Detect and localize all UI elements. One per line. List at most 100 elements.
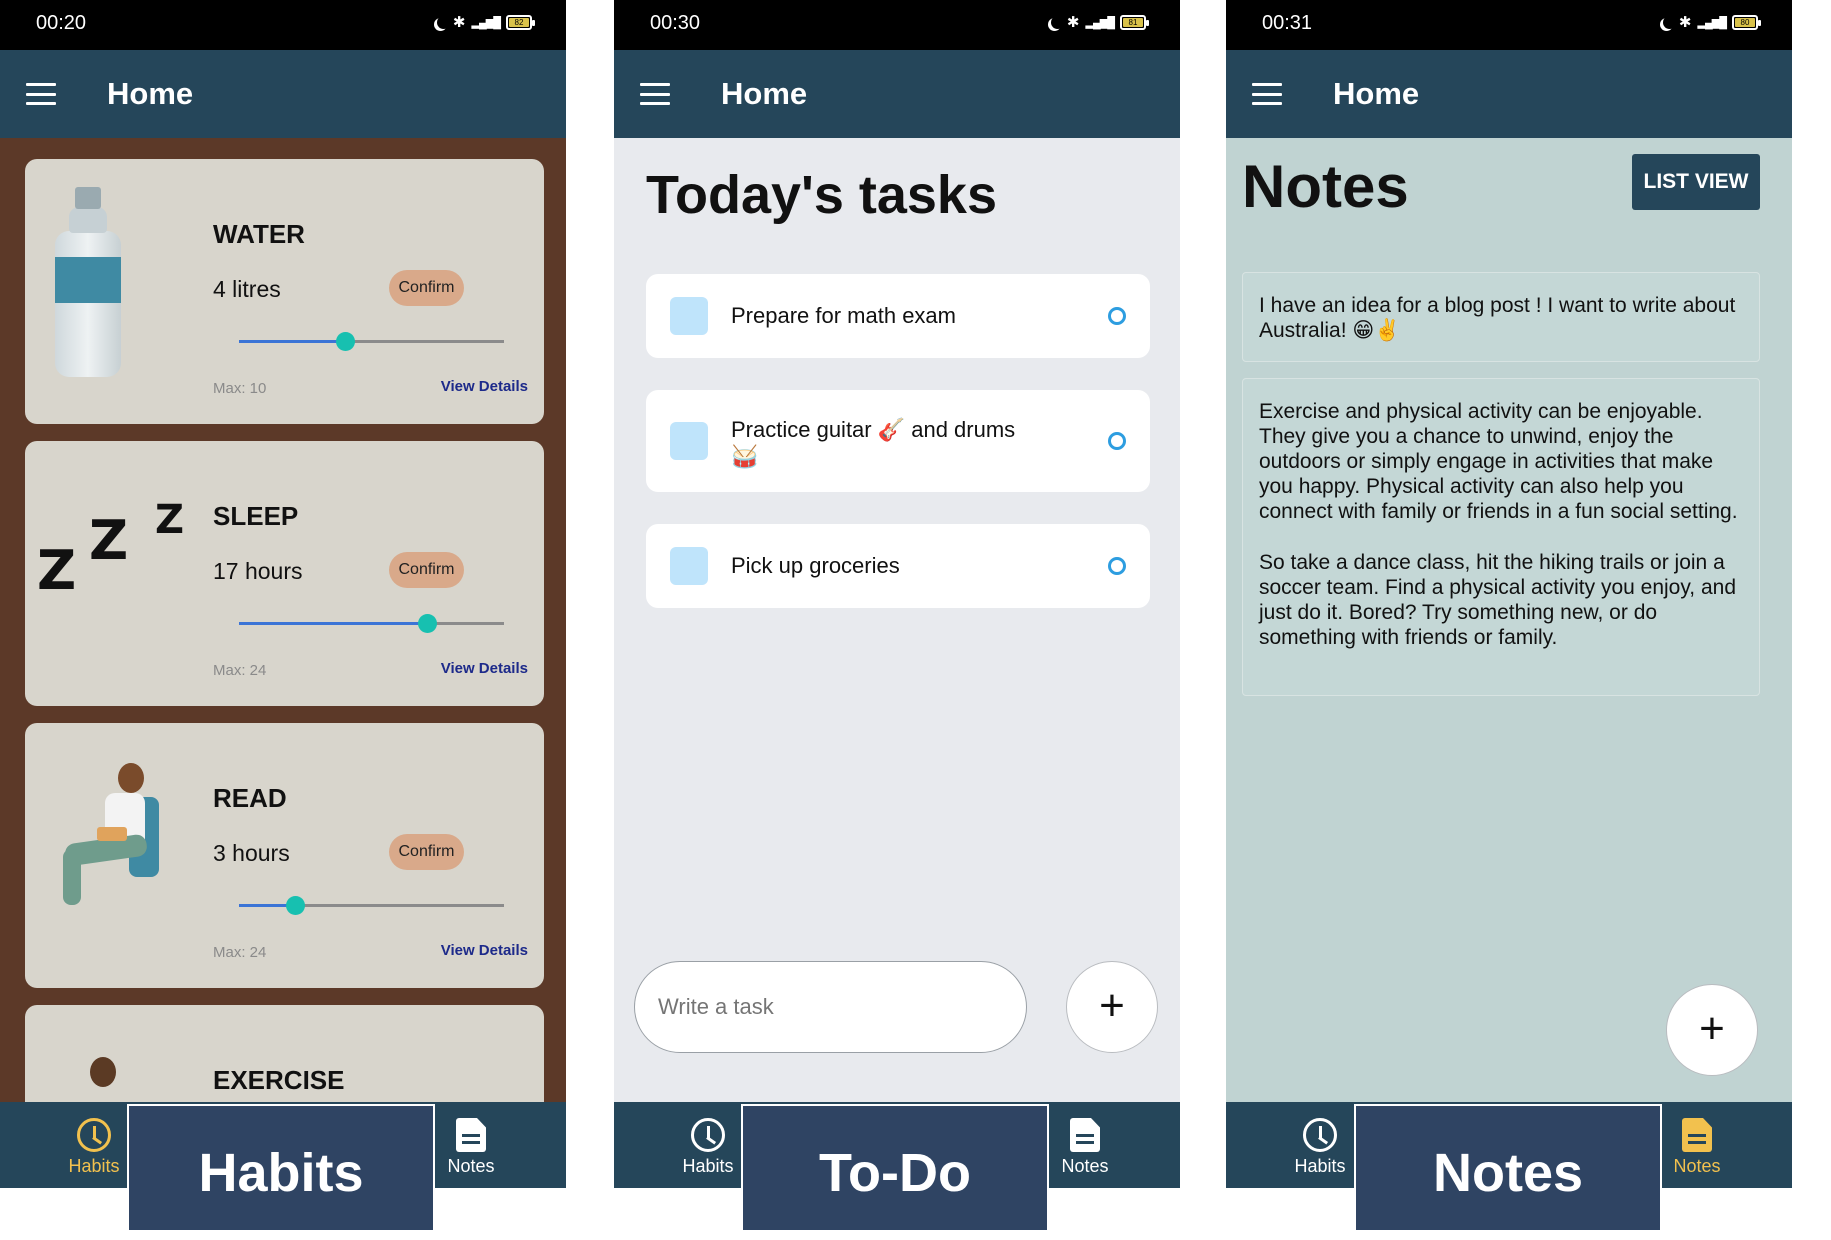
notes-screen: 00:31 ✱ ▂▄▆█ 80 Home Notes LIST VIEW I h… [1226, 0, 1792, 1188]
habit-max: Max: 24 [213, 662, 267, 679]
nav-label: Notes [447, 1156, 495, 1176]
moon-icon [1051, 16, 1064, 29]
habit-name: SLEEP [213, 501, 299, 531]
view-details-link[interactable]: View Details [441, 660, 528, 677]
confirm-button[interactable]: Confirm [389, 552, 464, 588]
clock-icon [691, 1118, 725, 1152]
habit-name: WATER [213, 219, 305, 249]
menu-icon[interactable] [1252, 83, 1282, 105]
task-checkbox[interactable] [670, 297, 708, 335]
task-item[interactable]: Pick up groceries [646, 524, 1150, 608]
status-bar: 00:30 ✱ ▂▄▆█ 81 [614, 0, 1180, 50]
slider-thumb[interactable] [336, 332, 355, 351]
nav-habits[interactable]: Habits [49, 1118, 139, 1177]
task-status-circle[interactable] [1108, 557, 1126, 575]
signal-icon: ▂▄▆█ [1697, 16, 1726, 29]
nav-habits[interactable]: Habits [1275, 1118, 1365, 1177]
document-icon [1070, 1118, 1100, 1152]
menu-icon[interactable] [640, 83, 670, 105]
status-time: 00:20 [36, 12, 87, 34]
nav-notes[interactable]: Notes [1040, 1118, 1130, 1177]
task-item[interactable]: Prepare for math exam [646, 274, 1150, 358]
battery-level: 82 [509, 17, 529, 27]
app-bar: Home [1226, 50, 1792, 138]
status-icons: ✱ ▂▄▆█ 81 [1048, 13, 1149, 31]
note-card[interactable]: Exercise and physical activity can be en… [1242, 378, 1760, 696]
task-input[interactable] [634, 961, 1027, 1053]
battery-icon: 81 [1120, 14, 1149, 30]
slider-track [239, 340, 345, 343]
habit-name: EXERCISE [213, 1065, 345, 1095]
nav-notes[interactable]: Notes [1652, 1118, 1742, 1177]
note-text: So take a dance class, hit the hiking tr… [1259, 551, 1737, 649]
habit-card-read[interactable]: READ 3 hours Confirm Max: 24 View Detail… [25, 723, 544, 988]
caption-habits: Habits [127, 1104, 435, 1232]
nav-label: Habits [68, 1156, 120, 1176]
clock-icon [1303, 1118, 1337, 1152]
confirm-button[interactable]: Confirm [389, 834, 464, 870]
todo-content: Today's tasks Prepare for math exam Prac… [614, 138, 1180, 1102]
nav-habits[interactable]: Habits [663, 1118, 753, 1177]
note-text: I have an idea for a blog post ! I want … [1259, 294, 1736, 342]
task-checkbox[interactable] [670, 547, 708, 585]
moon-icon [437, 16, 450, 29]
confirm-button[interactable]: Confirm [389, 270, 464, 306]
habit-card-water[interactable]: WATER 4 litres Confirm Max: 10 View Deta… [25, 159, 544, 424]
nav-label: Notes [1061, 1156, 1109, 1176]
habit-slider[interactable] [239, 332, 504, 351]
page-title: Notes [1242, 153, 1409, 220]
document-icon [1682, 1118, 1712, 1152]
status-time: 00:31 [1262, 12, 1313, 34]
add-note-button[interactable]: + [1666, 984, 1758, 1076]
note-card[interactable]: I have an idea for a blog post ! I want … [1242, 272, 1760, 362]
nav-notes[interactable]: Notes [426, 1118, 516, 1177]
nav-label: Notes [1673, 1156, 1721, 1176]
habit-max: Max: 10 [213, 380, 267, 397]
habit-card-sleep[interactable]: Z Z Z SLEEP 17 hours Confirm Max: 24 Vie… [25, 441, 544, 706]
water-bottle-image [55, 187, 121, 377]
menu-icon[interactable] [26, 83, 56, 105]
task-status-circle[interactable] [1108, 432, 1126, 450]
list-view-button[interactable]: LIST VIEW [1632, 154, 1760, 210]
habit-slider[interactable] [239, 614, 504, 633]
task-status-circle[interactable] [1108, 307, 1126, 325]
app-title: Home [107, 76, 194, 111]
person-reading-image [43, 763, 183, 923]
slider-thumb[interactable] [418, 614, 438, 633]
task-item[interactable]: Practice guitar 🎸 and drums 🥁 [646, 390, 1150, 492]
slider-thumb[interactable] [285, 896, 305, 915]
habits-screen: 00:20 ✱ ▂▄▆█ 82 Home WATER 4 litres Conf… [0, 0, 566, 1188]
battery-icon: 80 [1732, 14, 1761, 30]
task-text: Practice guitar 🎸 and drums 🥁 [731, 417, 1016, 469]
signal-icon: ▂▄▆█ [471, 16, 500, 29]
app-title: Home [1333, 76, 1420, 111]
app-bar: Home [0, 50, 566, 138]
person-exercising-image [90, 1057, 116, 1087]
notes-content: Notes LIST VIEW I have an idea for a blo… [1226, 138, 1792, 1102]
status-icons: ✱ ▂▄▆█ 82 [434, 13, 535, 31]
todo-screen: 00:30 ✱ ▂▄▆█ 81 Home Today's tasks Prepa… [614, 0, 1180, 1188]
battery-icon: 82 [506, 14, 535, 30]
caption-todo: To-Do [741, 1104, 1049, 1232]
status-bar: 00:31 ✱ ▂▄▆█ 80 [1226, 0, 1792, 50]
habit-slider[interactable] [239, 896, 504, 915]
app-bar: Home [614, 50, 1180, 138]
task-text: Pick up groceries [731, 553, 900, 578]
habit-card-exercise[interactable]: EXERCISE [25, 1005, 544, 1102]
status-icons: ✱ ▂▄▆█ 80 [1660, 13, 1761, 31]
view-details-link[interactable]: View Details [441, 378, 528, 395]
habits-list[interactable]: WATER 4 litres Confirm Max: 10 View Deta… [0, 138, 566, 1102]
add-task-button[interactable]: + [1066, 961, 1158, 1053]
view-details-link[interactable]: View Details [441, 942, 528, 959]
bluetooth-icon: ✱ [1678, 14, 1692, 31]
caption-notes: Notes [1354, 1104, 1662, 1232]
bluetooth-icon: ✱ [452, 14, 466, 31]
habit-name: READ [213, 783, 287, 813]
task-checkbox[interactable] [670, 422, 708, 460]
note-text: Exercise and physical activity can be en… [1259, 400, 1738, 523]
battery-level: 81 [1123, 17, 1143, 27]
battery-level: 80 [1735, 17, 1755, 27]
status-bar: 00:20 ✱ ▂▄▆█ 82 [0, 0, 566, 50]
nav-label: Habits [1294, 1156, 1346, 1176]
slider-track [239, 622, 428, 625]
